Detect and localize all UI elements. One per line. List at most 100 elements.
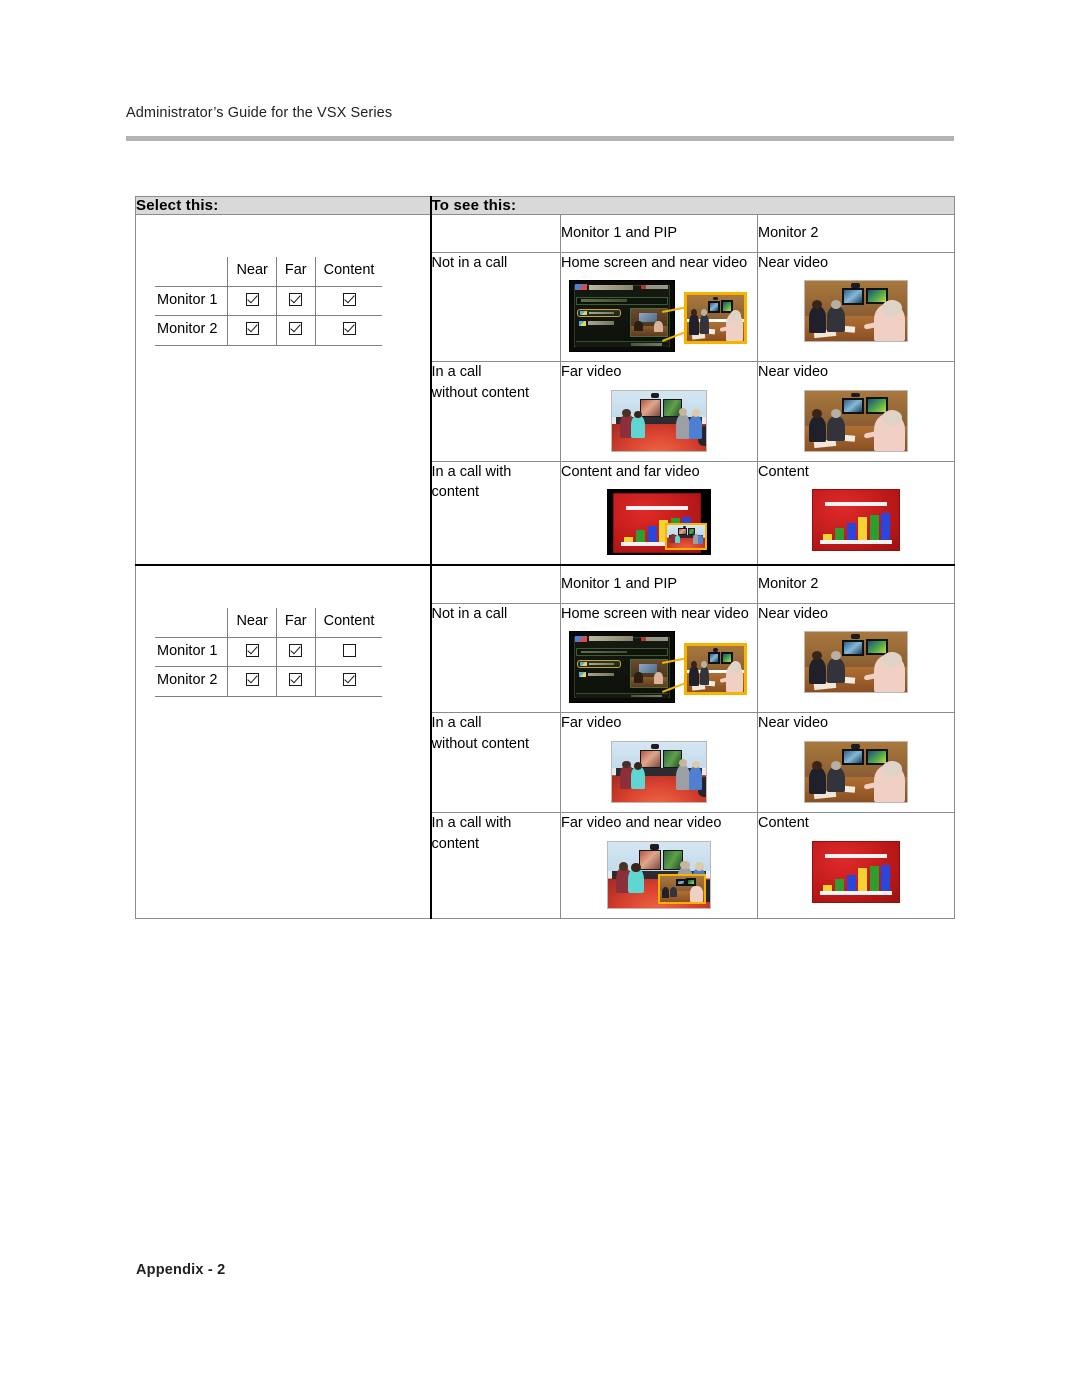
- content-thumbnail: [758, 834, 954, 912]
- grid-col-near: Near: [227, 257, 277, 287]
- checkbox-cell-m1-near[interactable]: [227, 286, 277, 317]
- section-2-checkbox-grid: Near Far Content Monitor 1 Monitor 2: [155, 608, 383, 697]
- near-video-pip-image: [658, 873, 706, 904]
- state-label: Not in a call: [430, 251, 561, 363]
- state-label: In a call with content: [430, 460, 561, 566]
- monitor2-cell: Near video: [756, 712, 956, 814]
- monitor-letterbox-frame: [607, 489, 711, 556]
- checkbox-m1-far[interactable]: [289, 292, 303, 306]
- near-video-callout-image: [684, 643, 747, 696]
- near-video-thumbnail: [758, 383, 954, 461]
- grid-col-near: Near: [227, 608, 277, 638]
- state-label-line1: In a call: [431, 715, 482, 732]
- checkbox-m2-content[interactable]: [342, 322, 356, 336]
- monitor1-cell: Content and far video: [560, 460, 758, 566]
- content-with-far-video-pip-thumbnail: [561, 482, 757, 564]
- section-1-subheader-row: Near Far Content Monitor 1 Monitor 2 Mon…: [135, 214, 956, 566]
- page-footer: Appendix - 2: [136, 1262, 226, 1278]
- section-1-state-header: [430, 214, 561, 253]
- near-video-thumbnail: [758, 734, 954, 812]
- monitor1-cell: Far video: [560, 712, 758, 814]
- checkbox-m2-far[interactable]: [289, 673, 303, 687]
- grid-col-content: Content: [315, 608, 383, 638]
- section-1-col-monitor2-header: Monitor 2: [756, 214, 956, 253]
- running-head: Administrator’s Guide for the VSX Series: [126, 105, 393, 121]
- home-screen-image: [569, 631, 675, 704]
- checkbox-cell-m1-far[interactable]: [276, 637, 316, 668]
- content-slide-image: [812, 489, 901, 552]
- checkbox-cell-m2-far[interactable]: [276, 666, 316, 697]
- grid-col-far: Far: [276, 608, 316, 638]
- far-video-pip-image: [665, 523, 707, 551]
- monitor1-cell: Home screen with near video: [560, 602, 758, 714]
- section-1-col-monitor1-header: Monitor 1 and PIP: [560, 214, 758, 253]
- section-2-subheader-row: Near Far Content Monitor 1 Monitor 2 Mon…: [135, 564, 956, 919]
- monitor2-label: Near video: [758, 605, 829, 622]
- state-label: In a call without content: [430, 361, 561, 462]
- monitor1-label: Far video: [561, 364, 622, 381]
- checkbox-m1-content[interactable]: [342, 292, 356, 306]
- monitor2-label: Near video: [758, 364, 829, 381]
- checkbox-cell-m2-near[interactable]: [227, 666, 277, 697]
- monitor-configuration-table: Select this: To see this: Near Far Conte…: [135, 196, 956, 919]
- checkbox-cell-m1-content[interactable]: [315, 286, 383, 317]
- monitor1-cell: Far video: [560, 361, 758, 462]
- home-screen-image: [569, 280, 675, 353]
- grid-row-monitor-2: Monitor 2: [155, 315, 229, 346]
- far-video-image: [607, 840, 711, 909]
- content-slide-image: [812, 840, 901, 903]
- grid-row-monitor-1: Monitor 1: [155, 286, 229, 317]
- monitor2-cell: Near video: [756, 602, 956, 714]
- grid-col-content: Content: [315, 257, 383, 287]
- monitor2-cell: Near video: [756, 251, 956, 363]
- document-page: Administrator’s Guide for the VSX Series…: [0, 0, 1080, 1397]
- monitor1-label: Home screen with near video: [561, 605, 749, 622]
- far-video-image: [611, 741, 707, 804]
- checkbox-cell-m1-near[interactable]: [227, 637, 277, 668]
- checkbox-m2-near[interactable]: [245, 322, 259, 336]
- section-1-selection-cell: Near Far Content Monitor 1 Monitor 2: [135, 214, 432, 566]
- home-screen-callout-thumbnail: [561, 624, 757, 712]
- state-label-line2: content: [431, 484, 480, 501]
- checkbox-m1-near[interactable]: [245, 292, 259, 306]
- monitor2-cell: Near video: [756, 361, 956, 462]
- section-2-col-monitor1-header: Monitor 1 and PIP: [560, 564, 758, 604]
- far-video-thumbnail: [561, 383, 757, 461]
- state-label-line2: without content: [431, 384, 530, 401]
- near-video-image: [804, 280, 909, 343]
- state-label-line1: In a call: [431, 364, 482, 381]
- monitor2-label: Near video: [758, 254, 829, 271]
- checkbox-cell-m1-content[interactable]: [315, 637, 383, 668]
- near-video-image: [804, 631, 909, 694]
- monitor2-label: Content: [758, 463, 809, 480]
- checkbox-m1-far[interactable]: [289, 643, 303, 657]
- checkbox-cell-m2-near[interactable]: [227, 315, 277, 346]
- home-screen-callout-thumbnail: [561, 273, 757, 361]
- state-label: Not in a call: [430, 602, 561, 714]
- monitor1-label: Home screen and near video: [561, 254, 748, 271]
- checkbox-m1-content[interactable]: [342, 643, 356, 657]
- content-thumbnail: [758, 482, 954, 560]
- section-1-checkbox-grid: Near Far Content Monitor 1 Monitor 2: [155, 257, 383, 346]
- state-label-line1: In a call with: [431, 463, 512, 480]
- grid-corner: [155, 608, 229, 638]
- checkbox-cell-m1-far[interactable]: [276, 286, 316, 317]
- checkbox-m2-content[interactable]: [342, 673, 356, 687]
- monitor2-cell: Content: [756, 812, 956, 919]
- checkbox-m1-near[interactable]: [245, 643, 259, 657]
- checkbox-m2-far[interactable]: [289, 322, 303, 336]
- checkbox-cell-m2-content[interactable]: [315, 666, 383, 697]
- near-video-image: [804, 741, 909, 804]
- state-label: In a call without content: [430, 712, 561, 814]
- checkbox-m2-near[interactable]: [245, 673, 259, 687]
- far-video-with-near-pip-thumbnail: [561, 834, 757, 918]
- monitor1-label: Content and far video: [561, 463, 700, 480]
- near-video-callout-image: [684, 292, 747, 345]
- checkbox-cell-m2-far[interactable]: [276, 315, 316, 346]
- header-to-see-this: To see this:: [429, 196, 956, 215]
- grid-row-monitor-1: Monitor 1: [155, 637, 229, 668]
- table-header-row: Select this: To see this:: [135, 196, 956, 215]
- checkbox-cell-m2-content[interactable]: [315, 315, 383, 346]
- state-label: In a call with content: [430, 812, 561, 919]
- monitor1-label: Far video: [561, 715, 622, 732]
